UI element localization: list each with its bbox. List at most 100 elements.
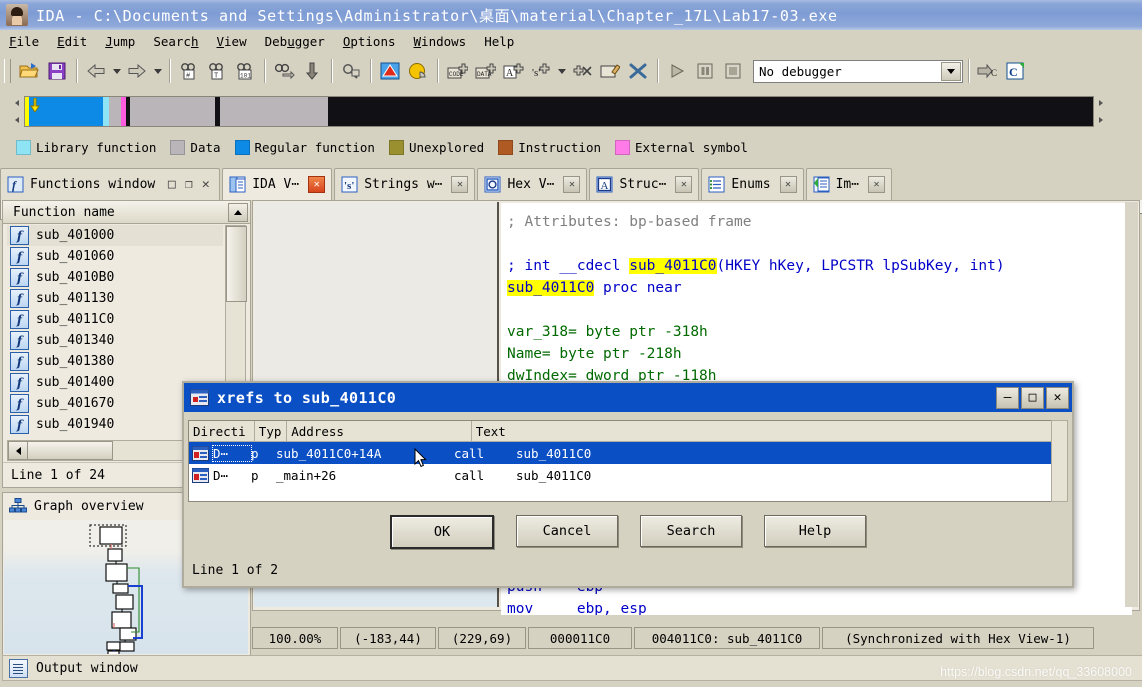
menu-file[interactable]: FFileile bbox=[0, 33, 48, 50]
menu-view[interactable]: View bbox=[208, 33, 256, 50]
function-list-item[interactable]: f sub_401060 bbox=[7, 246, 223, 267]
stop-icon[interactable] bbox=[720, 58, 746, 84]
make-array-icon[interactable]: A bbox=[500, 58, 526, 84]
cancel-button[interactable]: Cancel bbox=[516, 515, 618, 547]
nav-segment[interactable] bbox=[29, 97, 103, 126]
nav-segment[interactable] bbox=[328, 97, 1093, 126]
make-code-icon[interactable]: CODE bbox=[444, 58, 470, 84]
tab-enums[interactable]: Enums ✕ bbox=[701, 168, 804, 200]
tab-struc[interactable]: A Struc⋯ ✕ bbox=[589, 168, 700, 200]
navigation-band[interactable] bbox=[24, 96, 1094, 127]
menu-jump[interactable]: Jump bbox=[96, 33, 144, 50]
column-header[interactable]: Text bbox=[472, 421, 1065, 441]
toolbar-grip[interactable] bbox=[4, 59, 11, 83]
menu-windows[interactable]: Windows bbox=[405, 33, 476, 50]
function-list-item[interactable]: f sub_4011C0 bbox=[7, 309, 223, 330]
scroll-left-icon[interactable] bbox=[8, 441, 28, 460]
search-button[interactable]: Search bbox=[640, 515, 742, 547]
maximize-button[interactable]: □ bbox=[1021, 386, 1044, 409]
pause-icon[interactable] bbox=[692, 58, 718, 84]
function-list-item[interactable]: f sub_401340 bbox=[7, 330, 223, 351]
nav-scroll-left-icon[interactable] bbox=[12, 94, 22, 128]
jump-down-icon[interactable] bbox=[299, 58, 325, 84]
close-button[interactable]: ✕ bbox=[1046, 386, 1069, 409]
highlighted-symbol[interactable]: sub_4011C0 bbox=[507, 280, 595, 296]
close-icon[interactable]: ✕ bbox=[675, 176, 693, 193]
ok-button[interactable]: OK bbox=[390, 515, 494, 549]
function-name: sub_401000 bbox=[36, 228, 115, 243]
help-button[interactable]: Help bbox=[764, 515, 866, 547]
debugger-select[interactable]: No debugger bbox=[753, 59, 963, 83]
column-header[interactable]: Directi bbox=[189, 421, 255, 441]
xrefs-row[interactable]: D⋯ p sub_4011C0+14A call sub_4011C0 bbox=[189, 442, 1065, 464]
xrefs-vertical-scrollbar[interactable] bbox=[1051, 420, 1068, 502]
search-text-icon[interactable]: T bbox=[204, 58, 230, 84]
search-lock-icon[interactable] bbox=[338, 58, 364, 84]
scroll-up-icon[interactable] bbox=[228, 203, 248, 222]
nav-segment[interactable] bbox=[109, 97, 121, 126]
close-icon[interactable]: ✕ bbox=[198, 177, 213, 192]
function-list-item[interactable]: f sub_401130 bbox=[7, 288, 223, 309]
struct-dropdown-icon[interactable] bbox=[555, 58, 568, 84]
function-name: sub_401940 bbox=[36, 417, 115, 432]
minimize-button[interactable]: – bbox=[996, 386, 1019, 409]
back-arrow-icon[interactable] bbox=[83, 58, 109, 84]
forward-arrow-icon[interactable] bbox=[124, 58, 150, 84]
function-list-item[interactable]: f sub_4010B0 bbox=[7, 267, 223, 288]
tab-strings-w[interactable]: 's' Strings w⋯ ✕ bbox=[334, 168, 476, 200]
xrefs-list[interactable]: Directi Typ Address Text D⋯ p sub_4011C0+14A c… bbox=[188, 420, 1066, 502]
close-icon[interactable]: ✕ bbox=[308, 176, 326, 193]
close-icon[interactable]: ✕ bbox=[563, 176, 581, 193]
scrollbar-thumb[interactable] bbox=[27, 441, 113, 460]
xrefs-column-headers: Directi Typ Address Text bbox=[189, 421, 1065, 442]
legend-swatch bbox=[498, 139, 514, 155]
back-dropdown-icon[interactable] bbox=[110, 58, 123, 84]
maximize-icon[interactable]: □ bbox=[164, 177, 179, 192]
close-icon[interactable]: ✕ bbox=[868, 176, 886, 193]
toolbar-separator bbox=[264, 59, 265, 83]
close-icon[interactable]: ✕ bbox=[451, 176, 469, 193]
make-string-icon[interactable]: 's' bbox=[528, 58, 554, 84]
step-c-icon[interactable]: C bbox=[975, 58, 1001, 84]
menu-help[interactable]: Help bbox=[475, 33, 523, 50]
tab-im[interactable]: Im⋯ ✕ bbox=[805, 168, 893, 200]
menu-debugger[interactable]: Debugger bbox=[256, 33, 334, 50]
xrefs-row[interactable]: D⋯ p _main+26 call sub_4011C0 bbox=[189, 464, 1065, 486]
undefine-icon[interactable] bbox=[569, 58, 595, 84]
forward-dropdown-icon[interactable] bbox=[151, 58, 164, 84]
search-binary-icon[interactable]: 101 bbox=[232, 58, 258, 84]
tab-functions-window[interactable]: f Functions window □ ❐ ✕ bbox=[0, 168, 221, 200]
warning-icon[interactable] bbox=[377, 58, 403, 84]
edit-function-icon[interactable] bbox=[597, 58, 623, 84]
quick-view-icon[interactable] bbox=[405, 58, 431, 84]
scrollbar-thumb[interactable] bbox=[226, 226, 247, 302]
make-data-icon[interactable]: DATA bbox=[472, 58, 498, 84]
column-header[interactable]: Typ bbox=[255, 421, 288, 441]
tab-ida-v[interactable]: IDA V⋯ ✕ bbox=[222, 168, 333, 200]
save-icon[interactable] bbox=[44, 58, 70, 84]
disassembly-vertical-scrollbar[interactable] bbox=[1125, 202, 1138, 607]
xrefs-rows[interactable]: D⋯ p sub_4011C0+14A call sub_4011C0 D⋯ p _main+… bbox=[189, 442, 1065, 486]
functions-column-header[interactable]: Function name bbox=[3, 201, 250, 224]
chevron-down-icon[interactable] bbox=[941, 61, 961, 81]
column-header[interactable]: Address bbox=[287, 421, 472, 441]
svg-text:'s': 's' bbox=[532, 67, 540, 79]
highlighted-symbol[interactable]: sub_4011C0 bbox=[629, 258, 717, 274]
nav-scroll-right-icon[interactable] bbox=[1096, 94, 1106, 128]
c-decompile-icon[interactable]: C bbox=[1003, 58, 1029, 84]
menu-search[interactable]: Search bbox=[144, 33, 207, 50]
restore-icon[interactable]: ❐ bbox=[181, 177, 196, 192]
search-next-icon[interactable] bbox=[271, 58, 297, 84]
menu-edit[interactable]: Edit bbox=[48, 33, 96, 50]
function-list-item[interactable]: f sub_401000 bbox=[7, 225, 223, 246]
tab-hex-v[interactable]: Hex V⋯ ✕ bbox=[477, 168, 588, 200]
search-hash-icon[interactable]: # bbox=[176, 58, 202, 84]
close-icon[interactable]: ✕ bbox=[779, 176, 797, 193]
nav-segment[interactable] bbox=[130, 97, 215, 126]
function-list-item[interactable]: f sub_401380 bbox=[7, 351, 223, 372]
nav-segment[interactable] bbox=[220, 97, 328, 126]
menu-options[interactable]: Options bbox=[334, 33, 405, 50]
run-icon[interactable] bbox=[664, 58, 690, 84]
open-file-icon[interactable] bbox=[16, 58, 42, 84]
delete-icon[interactable] bbox=[625, 58, 651, 84]
